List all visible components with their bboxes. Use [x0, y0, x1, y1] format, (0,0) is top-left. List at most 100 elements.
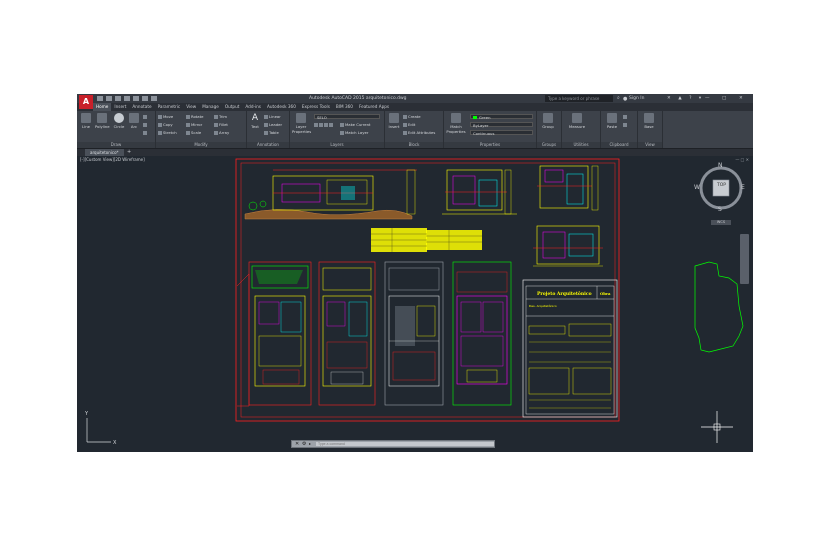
vertical-scrollbar[interactable] — [740, 234, 749, 284]
viewcube-west[interactable]: W — [694, 184, 700, 191]
layer-state-icons[interactable] — [314, 122, 334, 127]
viewcube-east[interactable]: E — [741, 184, 745, 191]
linetype-dropdown[interactable]: Continuous — [470, 130, 533, 136]
viewcube[interactable]: TOP N S E W — [694, 161, 748, 215]
clipboard-panel-title[interactable]: Clipboard — [601, 142, 637, 148]
layers-panel-title[interactable]: Layers — [290, 142, 384, 148]
tab-express-tools[interactable]: Express Tools — [299, 103, 333, 111]
viewcube-south[interactable]: S — [718, 206, 722, 213]
block-panel-title[interactable]: Block — [385, 142, 443, 148]
tab-annotate[interactable]: Annotate — [129, 103, 154, 111]
trim-icon — [214, 115, 218, 119]
circle-icon — [114, 113, 124, 123]
tab-autodesk-360[interactable]: Autodesk 360 — [264, 103, 299, 111]
app-menu-button[interactable]: A — [79, 95, 93, 109]
tab-manage[interactable]: Manage — [199, 103, 222, 111]
insert-block-tool[interactable]: Insert — [387, 113, 401, 129]
wrench-icon[interactable]: ⚙ — [302, 441, 306, 447]
scale-tool[interactable]: Scale — [186, 130, 201, 135]
tab-home[interactable]: Home — [93, 103, 112, 111]
close-icon[interactable]: ✕ — [295, 441, 299, 447]
draw-panel-title[interactable]: Draw — [77, 142, 155, 148]
rectangle-tool[interactable] — [143, 114, 148, 119]
line-tool[interactable]: Line — [79, 113, 93, 129]
match-properties-icon — [451, 113, 461, 123]
tab-parametric[interactable]: Parametric — [155, 103, 184, 111]
new-icon[interactable] — [97, 96, 103, 101]
undo-icon[interactable] — [142, 96, 148, 101]
linear-dimension-tool[interactable]: Linear — [264, 114, 281, 119]
cut-tool[interactable] — [623, 114, 628, 119]
minimize-button[interactable]: — — [705, 94, 710, 103]
polyline-tool[interactable]: Polyline — [95, 113, 110, 129]
make-current-tool[interactable]: Make Current — [340, 122, 370, 127]
plot-icon[interactable] — [133, 96, 139, 101]
copy-clip-tool[interactable] — [623, 122, 628, 127]
rectangle-icon — [143, 115, 147, 119]
fillet-tool[interactable]: Fillet — [214, 122, 228, 127]
search-icon[interactable]: ⌕ — [617, 94, 620, 103]
create-block-tool[interactable]: Create — [403, 114, 421, 119]
open-icon[interactable] — [106, 96, 112, 101]
table-tool[interactable]: Table — [264, 130, 279, 135]
circle-tool[interactable]: Circle — [112, 113, 126, 129]
layer-off-icon — [314, 123, 318, 127]
sign-in-link[interactable]: Sign In — [629, 94, 644, 103]
ellipse-tool[interactable] — [143, 130, 148, 135]
annotation-panel-title[interactable]: Annotation — [247, 142, 289, 148]
hatch-tool[interactable] — [143, 122, 148, 127]
command-history-icon[interactable]: ▸ — [309, 441, 311, 447]
mirror-tool[interactable]: Mirror — [186, 122, 202, 127]
properties-panel-title[interactable]: Properties — [444, 142, 536, 148]
table-icon — [264, 131, 268, 135]
view-panel-title[interactable]: View — [638, 142, 662, 148]
layer-properties-tool[interactable]: Layer Properties — [292, 113, 311, 134]
move-tool[interactable]: Move — [158, 114, 173, 119]
tab-view[interactable]: View — [183, 103, 199, 111]
drawing-viewport[interactable]: [-][Custom View][2D Wireframe] — □ ✕ Pro… — [77, 156, 753, 452]
match-layer-tool[interactable]: Match Layer — [340, 130, 368, 135]
drawing-canvas: Projeto Arquitetônico Obra Des. Arquitet… — [84, 158, 744, 446]
file-tab-arquitetonico[interactable]: arquitetonico* — [85, 149, 124, 156]
viewcube-north[interactable]: N — [718, 162, 723, 169]
tab-output[interactable]: Output — [222, 103, 243, 111]
insert-block-icon — [389, 113, 399, 123]
groups-panel-title[interactable]: Groups — [537, 142, 561, 148]
stretch-tool[interactable]: Stretch — [158, 130, 177, 135]
saveas-icon[interactable] — [124, 96, 130, 101]
array-tool[interactable]: Array — [214, 130, 229, 135]
fillet-icon — [214, 123, 218, 127]
match-properties-tool[interactable]: Match Properties — [446, 113, 466, 134]
tab-bim-360[interactable]: BIM 360 — [333, 103, 356, 111]
command-input[interactable] — [316, 442, 494, 446]
edit-attributes-tool[interactable]: Edit Attributes — [403, 130, 435, 135]
wcs-menu[interactable]: WCS — [711, 220, 731, 225]
tab-featured-apps[interactable]: Featured Apps — [356, 103, 392, 111]
modify-panel-title[interactable]: Modify — [156, 142, 246, 148]
search-input[interactable]: Type a keyword or phrase — [545, 95, 613, 102]
paste-tool[interactable]: Paste — [605, 113, 619, 129]
layer-dropdown[interactable]: SELO — [314, 114, 380, 120]
leader-tool[interactable]: Leader — [264, 122, 282, 127]
color-dropdown[interactable]: Green — [470, 114, 533, 120]
redo-icon[interactable] — [151, 96, 157, 101]
arc-tool[interactable]: Arc — [127, 113, 141, 129]
group-tool[interactable]: Group — [541, 113, 555, 129]
lineweight-dropdown[interactable]: ByLayer — [470, 122, 533, 128]
new-tab-button[interactable]: + — [127, 149, 131, 156]
utilities-panel-title[interactable]: Utilities — [562, 142, 600, 148]
help-icons[interactable]: ✕ ▲ ? ▾ — [667, 94, 704, 103]
tab-addins[interactable]: Add-ins — [242, 103, 264, 111]
save-icon[interactable] — [115, 96, 121, 101]
viewcube-top[interactable]: TOP — [717, 183, 726, 188]
base-view-tool[interactable]: Base — [642, 113, 656, 129]
trim-tool[interactable]: Trim — [214, 114, 227, 119]
tab-insert[interactable]: Insert — [111, 103, 129, 111]
close-button[interactable]: ✕ — [739, 94, 743, 103]
rotate-tool[interactable]: Rotate — [186, 114, 203, 119]
copy-tool[interactable]: Copy — [158, 122, 173, 127]
measure-tool[interactable]: Measure — [566, 113, 588, 129]
maximize-button[interactable]: □ — [722, 94, 726, 103]
edit-block-tool[interactable]: Edit — [403, 122, 415, 127]
text-tool[interactable]: A Text — [248, 113, 262, 129]
